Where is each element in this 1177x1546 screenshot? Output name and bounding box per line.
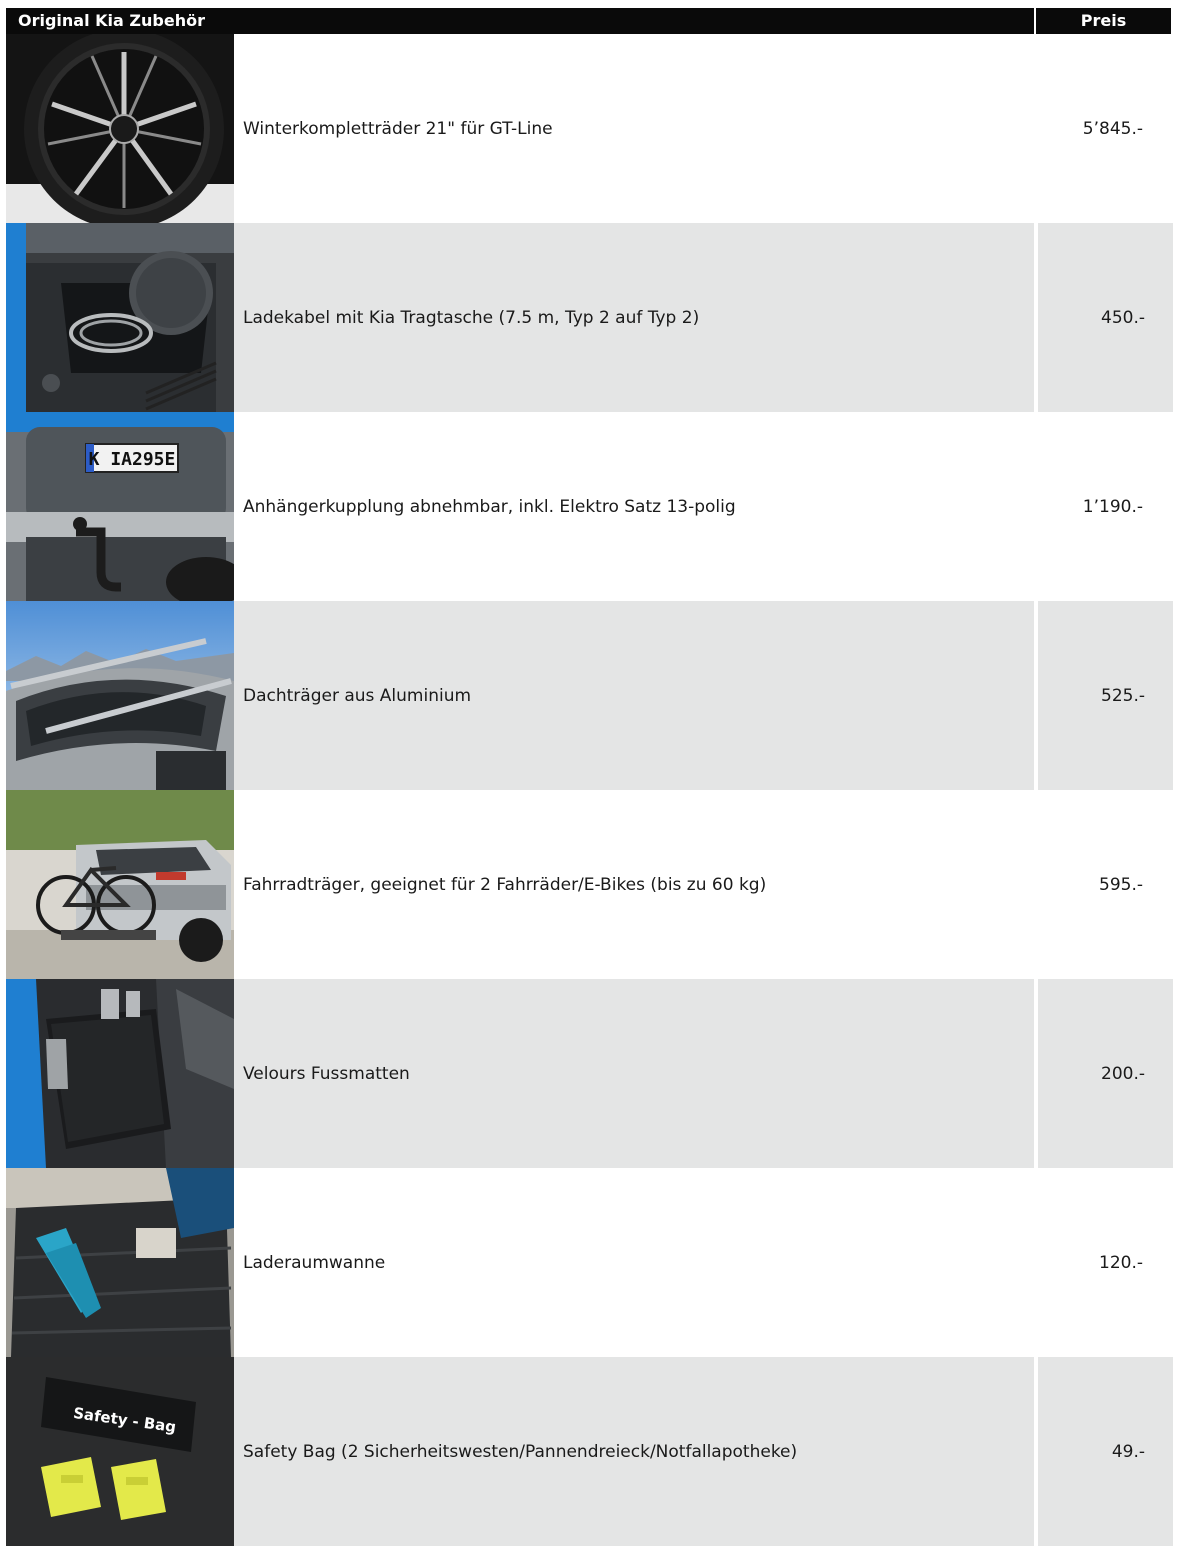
list-item: Safety - Bag Safety Bag (2 Sicherheitswe… xyxy=(6,1357,1173,1546)
item-price: 49.- xyxy=(1111,1441,1145,1462)
safety-bag-image: Safety - Bag xyxy=(6,1357,234,1546)
item-label: Anhängerkupplung abnehmbar, inkl. Elektr… xyxy=(243,496,736,517)
list-item: K IA295E Anhängerkupplung abnehmbar, ink… xyxy=(6,412,1171,601)
item-label: Fahrradträger, geeignet für 2 Fahrräder/… xyxy=(243,874,767,895)
list-item: Velours Fussmatten 200.- xyxy=(6,979,1173,1168)
list-item: Ladekabel mit Kia Tragtasche (7.5 m, Typ… xyxy=(6,223,1173,412)
table-header: Original Kia Zubehör Preis xyxy=(6,8,1171,34)
header-price-label: Preis xyxy=(1036,8,1171,34)
trunk-liner-image xyxy=(6,1168,234,1357)
item-price: 1’190.- xyxy=(1082,496,1143,517)
list-item: Laderaumwanne 120.- xyxy=(6,1168,1171,1357)
list-item: Winterkompletträder 21" für GT-Line 5’84… xyxy=(6,34,1171,223)
item-label: Winterkompletträder 21" für GT-Line xyxy=(243,118,553,139)
item-label: Dachträger aus Aluminium xyxy=(243,685,472,706)
tow-hitch-image: K IA295E xyxy=(6,412,234,601)
wheel-image xyxy=(6,34,234,223)
item-price: 5’845.- xyxy=(1082,118,1143,139)
item-price: 200.- xyxy=(1101,1063,1145,1084)
charging-cable-image xyxy=(6,223,234,412)
roof-rack-image xyxy=(6,601,234,790)
svg-text:K IA295E: K IA295E xyxy=(89,449,176,470)
item-price: 450.- xyxy=(1101,307,1145,328)
item-label: Laderaumwanne xyxy=(243,1252,386,1273)
item-price: 120.- xyxy=(1099,1252,1143,1273)
list-item: Dachträger aus Aluminium 525.- xyxy=(6,601,1173,790)
item-label: Ladekabel mit Kia Tragtasche (7.5 m, Typ… xyxy=(243,307,700,328)
item-price: 595.- xyxy=(1099,874,1143,895)
floor-mats-image xyxy=(6,979,234,1168)
list-item: Fahrradträger, geeignet für 2 Fahrräder/… xyxy=(6,790,1171,979)
item-label: Safety Bag (2 Sicherheitswesten/Pannendr… xyxy=(243,1441,798,1462)
bike-carrier-image xyxy=(6,790,234,979)
item-price: 525.- xyxy=(1101,685,1145,706)
item-label: Velours Fussmatten xyxy=(243,1063,410,1084)
header-title: Original Kia Zubehör xyxy=(6,8,1034,34)
accessory-list: Winterkompletträder 21" für GT-Line 5’84… xyxy=(6,34,1173,1546)
